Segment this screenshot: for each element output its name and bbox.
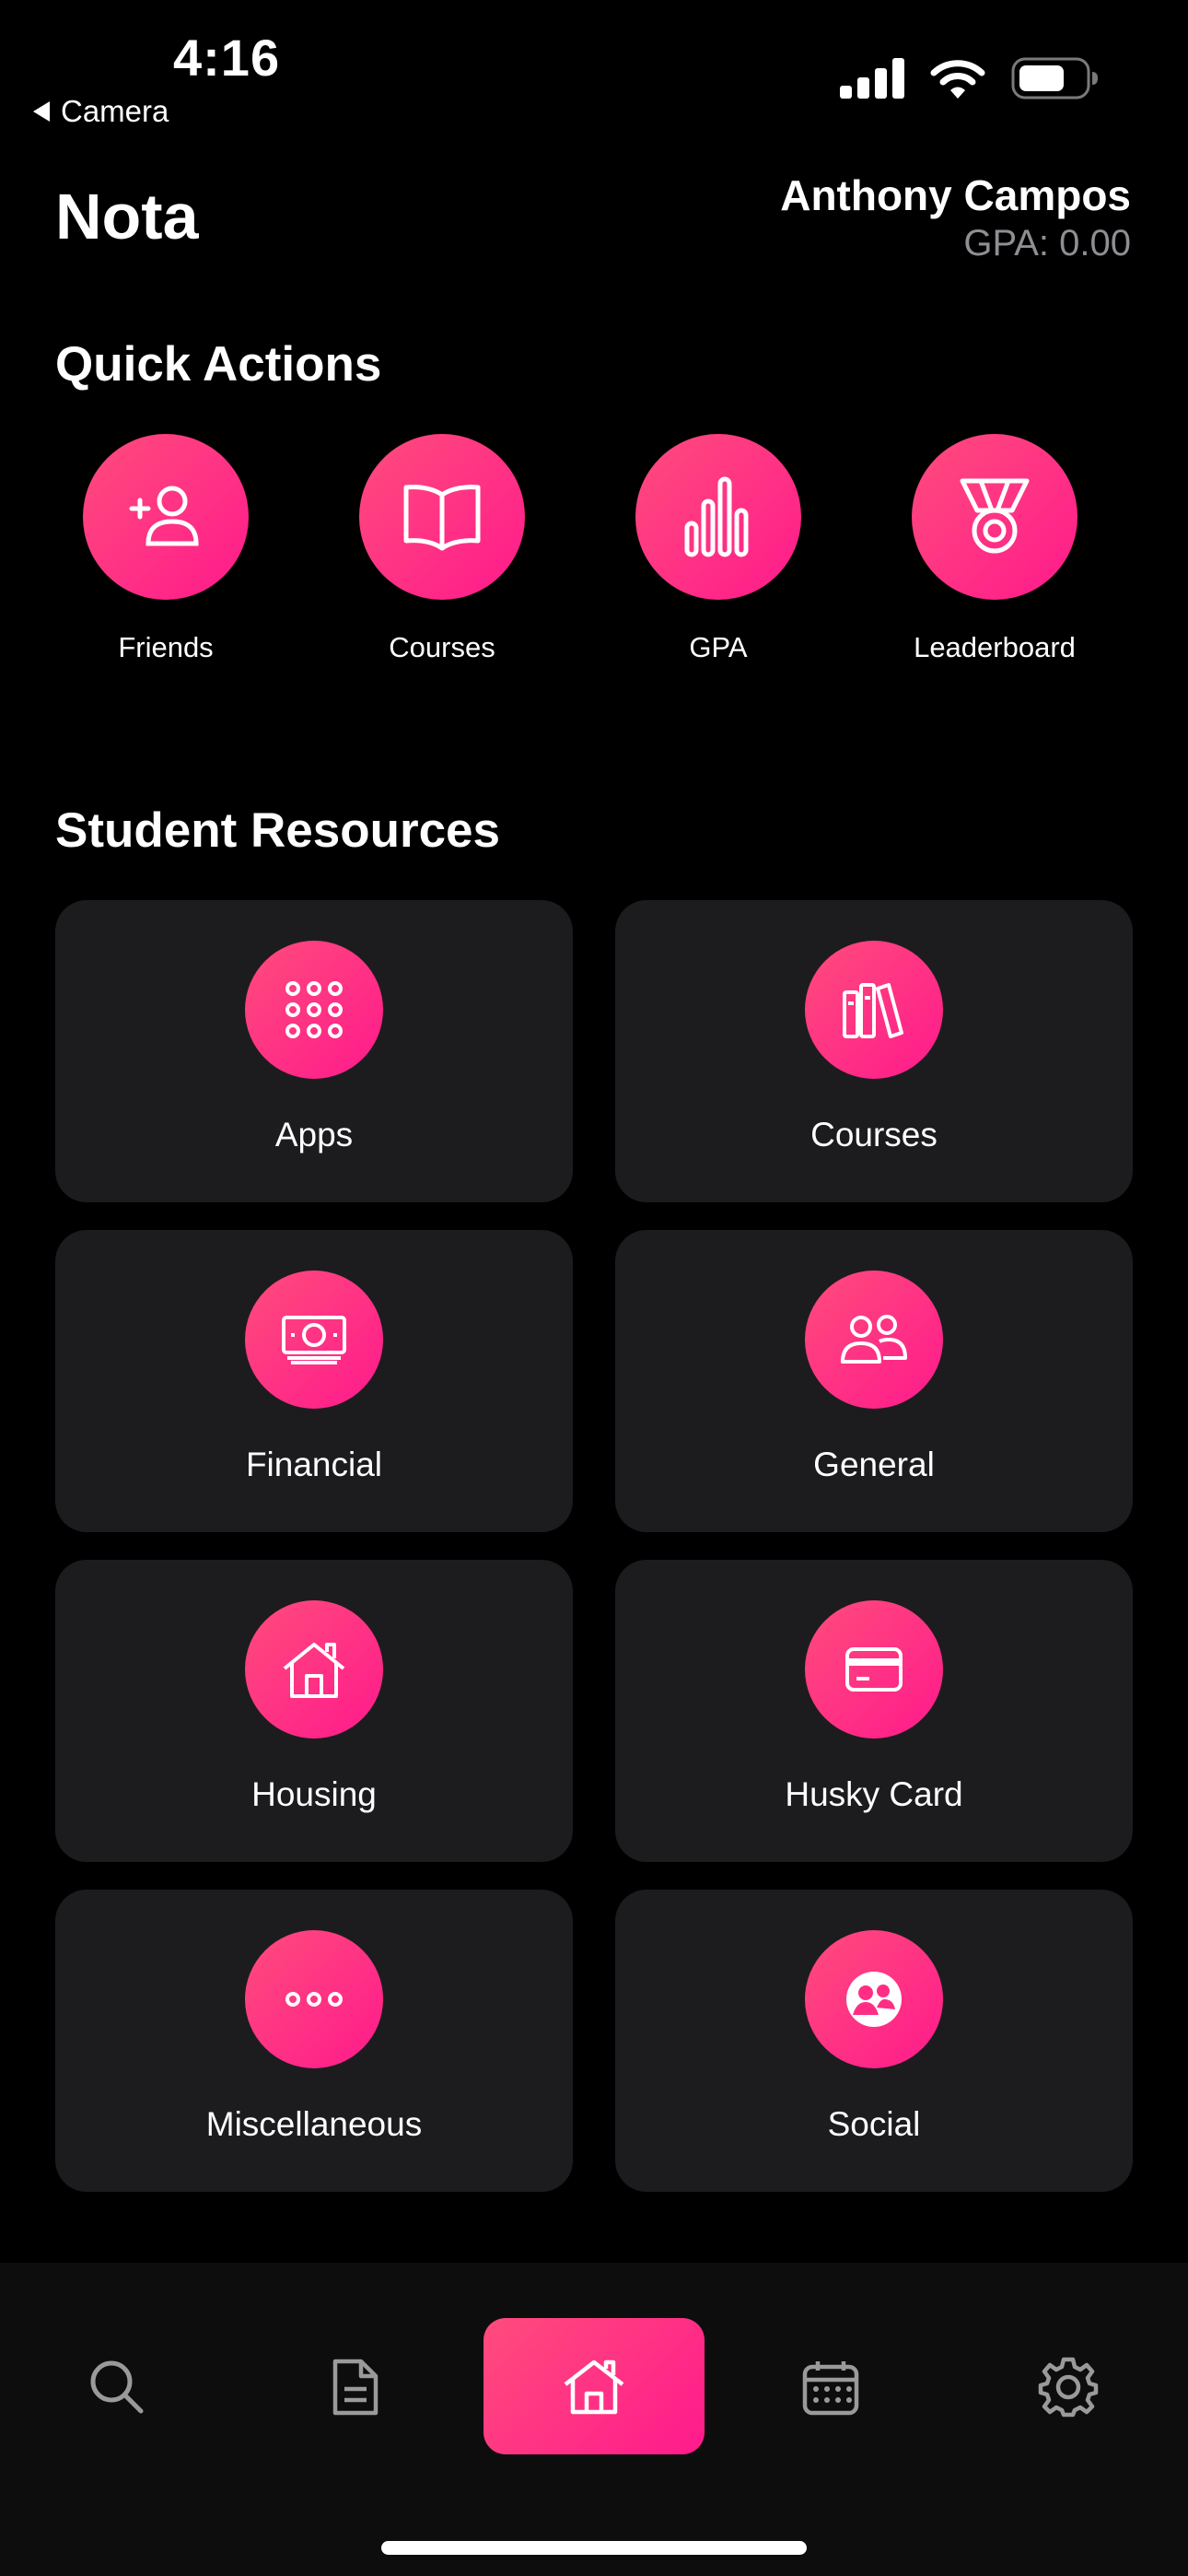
home-icon (564, 2359, 624, 2415)
tab-calendar[interactable] (762, 2318, 900, 2456)
card-icon (845, 1647, 903, 1692)
resource-card-husky-card[interactable]: Husky Card (615, 1560, 1133, 1862)
resource-card-courses[interactable]: Courses (615, 900, 1133, 1202)
student-resources-title: Student Resources (55, 803, 501, 858)
resource-card-housing[interactable]: Housing (55, 1560, 573, 1862)
quick-action-gpa-label: GPA (689, 631, 748, 663)
resource-housing-circle (245, 1600, 383, 1739)
search-icon (90, 2360, 144, 2414)
resource-financial-label: Financial (245, 1446, 383, 1483)
app-title: Nota (55, 181, 199, 252)
cellular-signal-icon (840, 58, 904, 99)
quick-action-courses-label: Courses (389, 631, 495, 663)
quick-action-gpa-circle (635, 434, 801, 600)
books-icon (843, 983, 903, 1038)
resource-general-circle (805, 1270, 943, 1409)
quick-action-friends-label: Friends (118, 631, 214, 663)
tab-documents[interactable] (285, 2318, 424, 2456)
gear-icon (1038, 2357, 1099, 2418)
banknote-icon (282, 1316, 346, 1364)
resource-card-general[interactable]: General (615, 1230, 1133, 1532)
house-icon (283, 1643, 345, 1698)
quick-action-courses[interactable]: Courses (322, 434, 562, 664)
quick-action-leaderboard[interactable]: Leaderboard (875, 434, 1114, 664)
social-icon (846, 1972, 902, 2027)
add-person-icon (129, 486, 199, 546)
user-name[interactable]: Anthony Campos (780, 170, 1131, 220)
resource-card-financial[interactable]: Financial (55, 1230, 573, 1532)
battery-icon (1011, 57, 1098, 100)
back-arrow-icon (33, 101, 50, 122)
resource-apps-circle (245, 941, 383, 1079)
bar-chart-icon (684, 476, 749, 557)
resource-husky-card-circle (805, 1600, 943, 1739)
resource-miscellaneous-circle (245, 1930, 383, 2068)
resource-social-label: Social (827, 2105, 921, 2143)
grid-icon (285, 981, 343, 1038)
tab-search[interactable] (48, 2318, 186, 2456)
quick-action-friends[interactable]: Friends (46, 434, 285, 664)
home-indicator (381, 2541, 807, 2555)
quick-action-friends-circle (83, 434, 249, 600)
resource-husky-card-label: Husky Card (785, 1775, 963, 1813)
status-time: 4:16 (173, 29, 281, 87)
open-book-icon (403, 485, 481, 551)
tab-home[interactable] (483, 2318, 705, 2454)
resource-miscellaneous-label: Miscellaneous (205, 2105, 423, 2143)
tab-settings[interactable] (999, 2318, 1137, 2456)
user-gpa: GPA: 0.00 (963, 223, 1131, 263)
resource-card-apps[interactable]: Apps (55, 900, 573, 1202)
quick-actions-title: Quick Actions (55, 337, 382, 392)
resource-card-miscellaneous[interactable]: Miscellaneous (55, 1890, 573, 2192)
resource-general-label: General (813, 1446, 935, 1483)
resource-card-social[interactable]: Social (615, 1890, 1133, 2192)
wifi-icon (930, 60, 985, 99)
people-icon (841, 1315, 907, 1364)
resource-courses-circle (805, 941, 943, 1079)
status-icons (840, 57, 1100, 100)
document-icon (332, 2359, 379, 2416)
quick-action-courses-circle (359, 434, 525, 600)
resource-financial-circle (245, 1270, 383, 1409)
back-to-camera-button[interactable]: Camera (33, 94, 169, 129)
medal-icon (960, 478, 1030, 554)
resource-courses-label: Courses (810, 1116, 938, 1153)
quick-action-leaderboard-circle (912, 434, 1077, 600)
resource-social-circle (805, 1930, 943, 2068)
resource-housing-label: Housing (251, 1775, 377, 1813)
more-icon (285, 1992, 343, 2007)
quick-action-gpa[interactable]: GPA (599, 434, 838, 664)
calendar-icon (802, 2361, 859, 2416)
resource-apps-label: Apps (274, 1116, 354, 1153)
back-label: Camera (61, 94, 169, 128)
quick-action-leaderboard-label: Leaderboard (914, 631, 1076, 663)
